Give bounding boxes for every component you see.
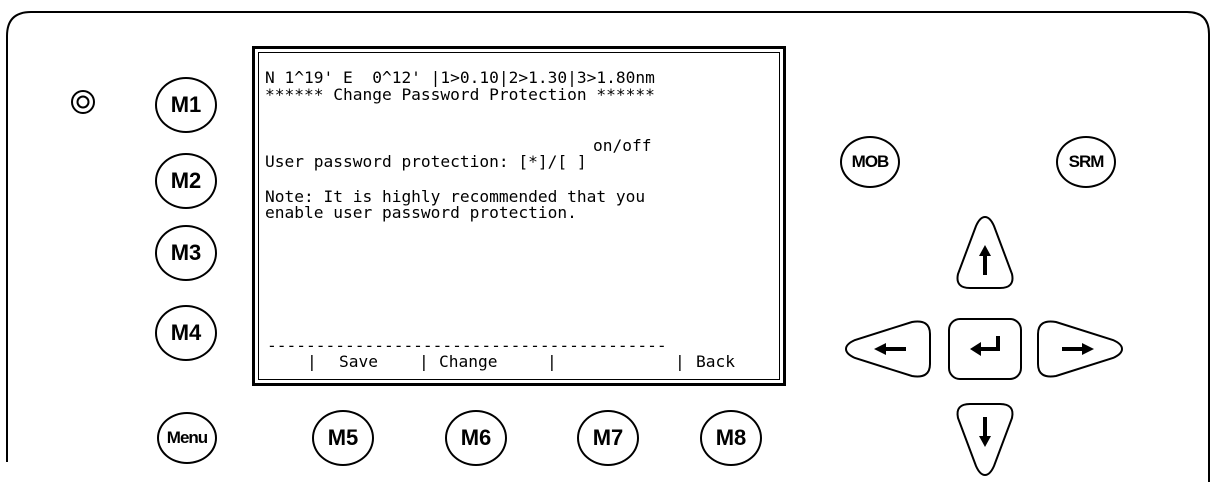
m1-button[interactable]: M1 xyxy=(155,77,217,133)
m2-button[interactable]: M2 xyxy=(155,153,217,209)
password-protection-option[interactable]: User password protection: [*]/[ ] xyxy=(265,153,587,170)
m3-button[interactable]: M3 xyxy=(155,225,217,281)
enter-button[interactable] xyxy=(945,316,1025,382)
m6-button[interactable]: M6 xyxy=(445,410,507,466)
arrow-up-button[interactable] xyxy=(950,212,1020,292)
softkey-back[interactable]: Back xyxy=(696,353,735,370)
arrow-down-icon xyxy=(956,403,1014,477)
m8-button[interactable]: M8 xyxy=(700,410,762,466)
arrow-right-button[interactable] xyxy=(1032,318,1128,380)
arrow-right-icon xyxy=(1037,320,1124,378)
m4-button[interactable]: M4 xyxy=(155,305,217,361)
device-panel: M1 M2 M3 M4 Menu M5 M6 M7 M8 MOB SRM N 1… xyxy=(0,0,1212,482)
lcd-screen-inner: N 1^19' E 0^12' |1>0.10|2>1.30|3>1.80nm … xyxy=(258,52,780,380)
arrow-left-icon xyxy=(844,320,931,378)
softkey-change[interactable]: Change xyxy=(439,353,497,370)
status-line: N 1^19' E 0^12' |1>0.10|2>1.30|3>1.80nm xyxy=(265,68,655,87)
softkey-divider: | xyxy=(307,352,317,371)
note-line-2: enable user password protection. xyxy=(265,203,577,222)
enter-icon xyxy=(948,318,1022,380)
arrow-down-button[interactable] xyxy=(950,400,1020,480)
srm-button[interactable]: SRM xyxy=(1056,136,1116,188)
menu-button[interactable]: Menu xyxy=(157,412,217,464)
lcd-screen: N 1^19' E 0^12' |1>0.10|2>1.30|3>1.80nm … xyxy=(252,46,786,386)
power-led-icon xyxy=(70,89,96,115)
onoff-header: on/off xyxy=(593,136,652,155)
softkey-divider: | xyxy=(547,352,557,371)
m5-button[interactable]: M5 xyxy=(312,410,374,466)
softkey-save[interactable]: Save xyxy=(339,353,378,370)
screen-title: ****** Change Password Protection ****** xyxy=(265,85,655,104)
m7-button[interactable]: M7 xyxy=(577,410,639,466)
softkey-divider: | xyxy=(419,352,429,371)
arrow-left-button[interactable] xyxy=(840,318,936,380)
softkey-bar: | Save | Change | | Back xyxy=(259,352,779,374)
arrow-up-icon xyxy=(956,215,1014,289)
mob-button[interactable]: MOB xyxy=(840,136,900,188)
softkey-divider: | xyxy=(675,352,685,371)
